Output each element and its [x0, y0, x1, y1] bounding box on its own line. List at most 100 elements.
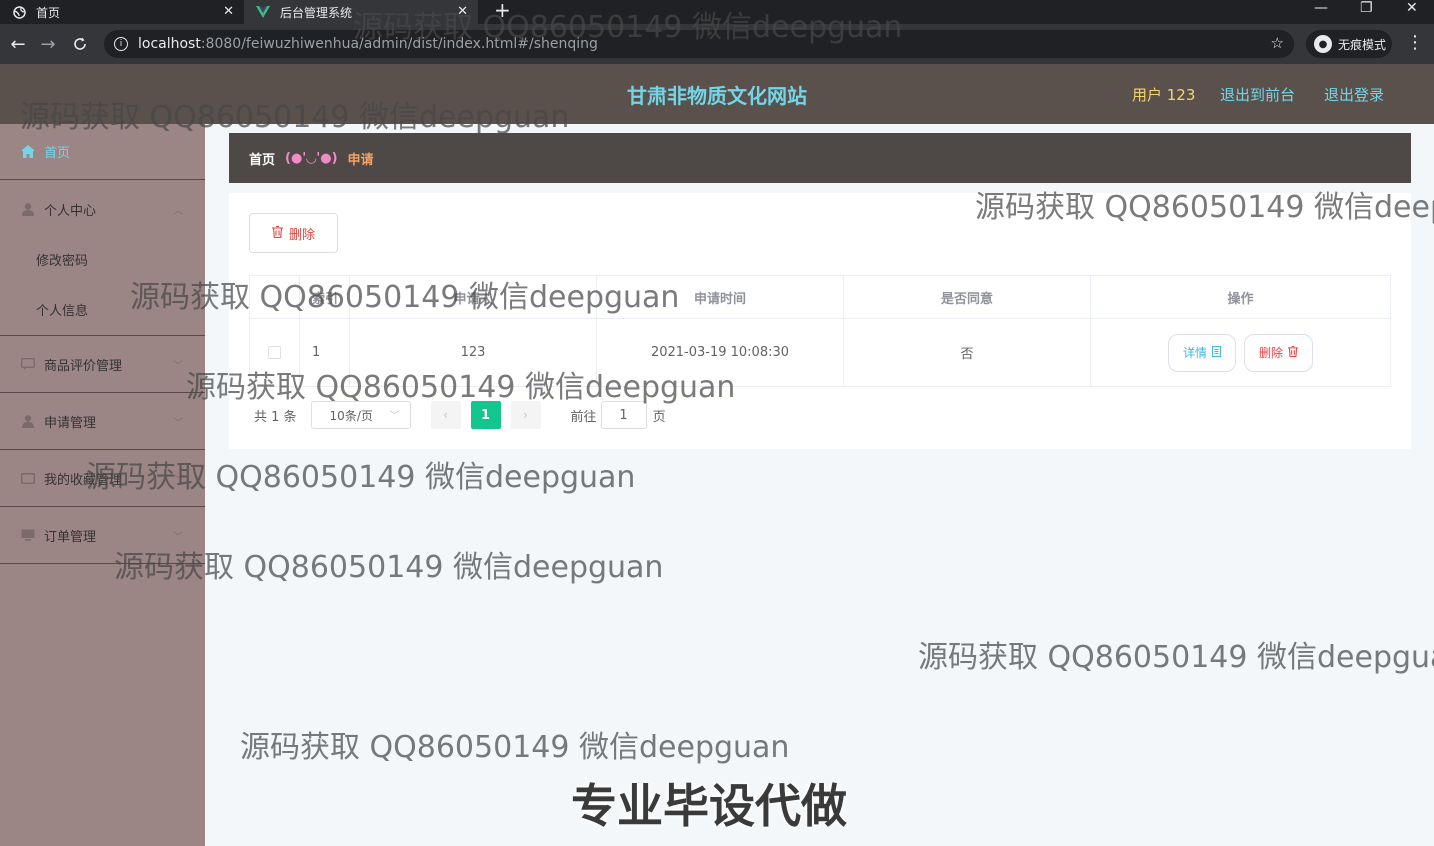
app-header: 甘肃非物质文化网站 用户 123 退出到前台 退出登录 [0, 64, 1434, 124]
browser-tab-admin[interactable]: 后台管理系统 ✕ [244, 0, 478, 24]
document-icon [1212, 345, 1221, 360]
goto-suffix: 页 [652, 409, 666, 425]
header-actions: 操作 [1090, 276, 1391, 318]
user-icon [20, 201, 36, 217]
close-icon[interactable]: ✕ [457, 4, 468, 19]
minimize-icon[interactable]: — [1314, 0, 1328, 16]
trash-icon [1288, 345, 1299, 360]
bookmark-star-icon[interactable]: ☆ [1271, 34, 1284, 52]
monitor-icon [20, 527, 36, 543]
page-number-current[interactable]: 1 [470, 401, 501, 429]
sidebar-item-review-management[interactable]: 商品评价管理 ﹀ [0, 336, 205, 393]
sidebar-item-label: 申请管理 [44, 415, 97, 431]
cell-applicant: 123 [349, 319, 596, 386]
chevron-down-icon: ﹀ [173, 531, 183, 543]
info-icon[interactable]: i [114, 37, 128, 51]
page-size-value: 10条/页 [329, 408, 373, 423]
sidebar-item-change-password[interactable]: 修改密码 [0, 234, 205, 284]
incognito-label: 无痕模式 [1338, 37, 1387, 52]
breadcrumb-separator: (●'◡'●) [285, 150, 338, 166]
incognito-badge[interactable]: ● 无痕模式 [1306, 30, 1392, 58]
row-delete-label: 删除 [1259, 346, 1284, 360]
back-to-front-link[interactable]: 退出到前台 [1220, 84, 1295, 105]
sidebar-item-application-management[interactable]: 申请管理 ﹀ [0, 393, 205, 450]
sidebar-item-profile-center[interactable]: 个人中心 ︿ [0, 180, 205, 238]
close-window-icon[interactable]: ✕ [1406, 0, 1418, 16]
folder-icon [20, 470, 36, 486]
forward-icon[interactable]: → [36, 32, 60, 56]
sidebar-item-label: 修改密码 [36, 253, 89, 269]
pagination: 共 1 条 10条/页 ﹀ ‹ 1 › 前往 1 页 [249, 401, 666, 429]
table-header: 索引 申请人 申请时间 是否同意 操作 [249, 275, 1391, 319]
url-host: localhost [138, 36, 201, 52]
chevron-down-icon: ﹀ [173, 417, 183, 429]
sidebar-item-label: 个人信息 [36, 304, 89, 319]
close-icon[interactable]: ✕ [223, 4, 234, 19]
sidebar: 首页 个人中心 ︿ 修改密码 个人信息 商品评价管理 ﹀ 申请管理 ﹀ 我的收藏… [0, 124, 205, 846]
user-icon [20, 413, 36, 429]
content-card: 删除 索引 申请人 申请时间 是否同意 操作 1 123 2021-03-19 … [229, 193, 1411, 449]
globe-icon [12, 5, 26, 19]
sidebar-item-favorites-management[interactable]: 我的收藏管理 ﹀ [0, 450, 205, 507]
next-page-button[interactable]: › [510, 401, 541, 429]
home-icon [20, 144, 36, 160]
watermark-big: 专业毕设代做 [571, 779, 847, 833]
chevron-down-icon: ﹀ [173, 474, 183, 486]
browser-toolbar: ← → i localhost:8080/feiwuzhiwenhua/admi… [0, 24, 1434, 64]
app-title: 甘肃非物质文化网站 [627, 84, 807, 108]
header-applicant: 申请人 [349, 276, 596, 318]
row-checkbox[interactable] [268, 346, 281, 359]
sidebar-item-order-management[interactable]: 订单管理 ﹀ [0, 507, 205, 564]
pagination-total: 共 1 条 [254, 409, 297, 425]
breadcrumb-home[interactable]: 首页 [249, 149, 275, 168]
cell-agree: 否 [843, 319, 1090, 386]
header-select-all[interactable] [249, 276, 299, 318]
header-apply-time: 申请时间 [596, 276, 843, 318]
sidebar-item-label: 我的收藏管理 [44, 472, 123, 488]
page-size-select[interactable]: 10条/页 ﹀ [310, 401, 411, 429]
browser-tabstrip: 首页 ✕ 后台管理系统 ✕ + — ❐ ✕ [0, 0, 1434, 24]
logout-link[interactable]: 退出登录 [1324, 84, 1384, 105]
chevron-down-icon: ﹀ [173, 360, 183, 372]
watermark: 源码获取 QQ86050149 微信deepguan [918, 640, 1434, 675]
sidebar-item-label: 订单管理 [44, 529, 97, 545]
reload-icon[interactable] [68, 32, 92, 56]
batch-delete-label: 删除 [288, 227, 315, 243]
batch-delete-button[interactable]: 删除 [249, 213, 338, 253]
breadcrumb: 首页 (●'◡'●) 申请 [229, 133, 1411, 183]
sidebar-item-home[interactable]: 首页 [0, 124, 205, 180]
chevron-down-icon: ﹀ [389, 411, 400, 422]
browser-tab-home[interactable]: 首页 ✕ [0, 0, 244, 24]
browser-menu-icon[interactable]: ⋮ [1406, 32, 1424, 53]
current-user: 用户 123 [1132, 86, 1196, 104]
prev-page-button[interactable]: ‹ [430, 401, 461, 429]
breadcrumb-current: 申请 [347, 152, 374, 168]
row-checkbox-cell [249, 319, 299, 386]
address-bar[interactable]: i localhost:8080/feiwuzhiwenhua/admin/di… [104, 30, 1294, 58]
vue-logo-icon [256, 5, 270, 19]
restore-icon[interactable]: ❐ [1360, 0, 1373, 16]
sidebar-item-label: 个人中心 [44, 203, 97, 219]
application-table: 索引 申请人 申请时间 是否同意 操作 1 123 2021-03-19 10:… [249, 275, 1391, 387]
browser-tab-title: 首页 [36, 5, 61, 20]
sidebar-item-label: 商品评价管理 [44, 358, 123, 374]
header-index: 索引 [299, 276, 349, 318]
watermark: 源码获取 QQ86050149 微信deepguan [240, 730, 790, 765]
detail-label: 详情 [1182, 346, 1207, 360]
back-icon[interactable]: ← [6, 32, 30, 56]
goto-prefix: 前往 [570, 409, 597, 425]
trash-icon [271, 225, 283, 241]
sidebar-item-label: 首页 [44, 146, 71, 161]
cell-actions: 详情 删除 [1090, 319, 1391, 386]
url-path: :8080/feiwuzhiwenhua/admin/dist/index.ht… [200, 36, 598, 52]
chevron-up-icon: ︿ [173, 205, 183, 217]
row-delete-button[interactable]: 删除 [1244, 333, 1314, 372]
cell-index: 1 [299, 319, 349, 386]
cell-apply-time: 2021-03-19 10:08:30 [596, 319, 843, 386]
goto-page-input[interactable]: 1 [600, 401, 647, 429]
new-tab-button[interactable]: + [494, 0, 511, 20]
sidebar-item-personal-info[interactable]: 个人信息 [0, 284, 205, 336]
browser-tab-title: 后台管理系统 [280, 5, 353, 20]
incognito-icon: ● [1314, 35, 1332, 53]
detail-button[interactable]: 详情 [1167, 333, 1236, 372]
